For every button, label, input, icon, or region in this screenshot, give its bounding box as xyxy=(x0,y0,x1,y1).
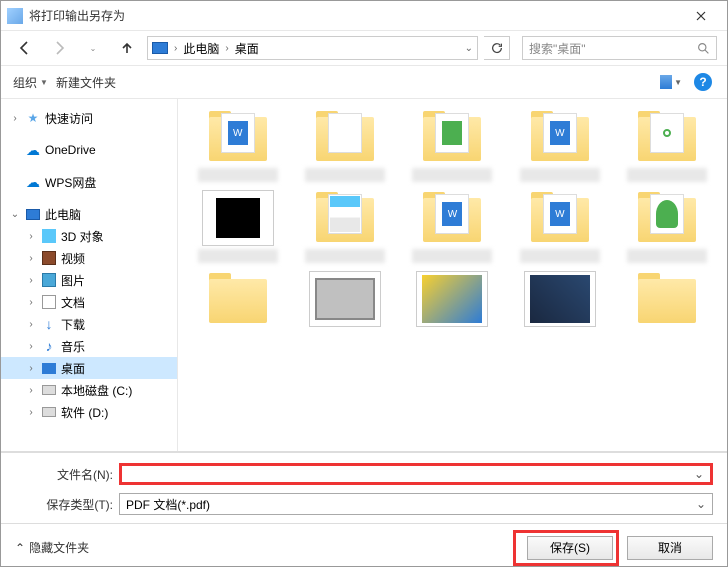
pc-icon xyxy=(152,42,168,54)
app-icon xyxy=(7,8,23,24)
up-button[interactable] xyxy=(113,34,141,62)
tree-video[interactable]: ›视频 xyxy=(1,247,177,269)
folder-item[interactable] xyxy=(293,109,396,182)
refresh-button[interactable] xyxy=(484,36,510,60)
search-input[interactable]: 搜索"桌面" xyxy=(522,36,717,60)
tree-quick-access[interactable]: ›★快速访问 xyxy=(1,107,177,129)
close-button[interactable] xyxy=(681,2,721,30)
tree-disk-c[interactable]: ›本地磁盘 (C:) xyxy=(1,379,177,401)
file-item[interactable] xyxy=(508,271,611,327)
help-button[interactable]: ? xyxy=(691,71,715,93)
chevron-right-icon: › xyxy=(174,43,177,54)
folder-item[interactable]: W xyxy=(508,109,611,182)
folder-item[interactable]: W xyxy=(508,190,611,263)
filetype-select[interactable]: PDF 文档(*.pdf) xyxy=(119,493,713,515)
filename-label: 文件名(N): xyxy=(15,466,119,483)
file-item[interactable] xyxy=(293,271,396,327)
folder-item[interactable]: W xyxy=(401,190,504,263)
hide-folders-label: 隐藏文件夹 xyxy=(29,539,89,556)
folder-item[interactable]: W xyxy=(186,109,289,182)
file-grid[interactable]: W W W W xyxy=(178,99,727,451)
organize-menu[interactable]: 组织 ▼ xyxy=(13,74,48,91)
forward-button[interactable] xyxy=(45,34,73,62)
folder-item[interactable] xyxy=(401,109,504,182)
tree-music[interactable]: ›♪音乐 xyxy=(1,335,177,357)
window-title: 将打印输出另存为 xyxy=(29,7,681,24)
file-item[interactable] xyxy=(401,271,504,327)
tree-onedrive[interactable]: ☁OneDrive xyxy=(1,139,177,161)
filename-input[interactable] xyxy=(119,463,713,485)
filetype-label: 保存类型(T): xyxy=(15,496,119,513)
cancel-button[interactable]: 取消 xyxy=(627,536,713,560)
tree-desktop[interactable]: ›桌面 xyxy=(1,357,177,379)
chevron-up-icon: ⌃ xyxy=(15,541,25,555)
view-button[interactable]: ▼ xyxy=(659,71,683,93)
chevron-down-icon: ▼ xyxy=(40,78,48,87)
tree-disk-d[interactable]: ›软件 (D:) xyxy=(1,401,177,423)
recent-button[interactable]: ⌄ xyxy=(79,34,107,62)
path-segment[interactable]: 桌面 xyxy=(235,40,259,57)
address-bar[interactable]: › 此电脑 › 桌面 ⌄ xyxy=(147,36,478,60)
path-segment[interactable]: 此电脑 xyxy=(183,40,219,57)
tree-this-pc[interactable]: ⌄此电脑 xyxy=(1,203,177,225)
folder-item[interactable] xyxy=(616,109,719,182)
organize-label: 组织 xyxy=(13,74,37,91)
folder-item[interactable] xyxy=(293,190,396,263)
new-folder-label: 新建文件夹 xyxy=(56,74,116,91)
file-item[interactable] xyxy=(186,190,289,263)
tree-3d[interactable]: ›3D 对象 xyxy=(1,225,177,247)
hide-folders-toggle[interactable]: ⌃ 隐藏文件夹 xyxy=(15,539,89,556)
folder-item[interactable] xyxy=(186,271,289,327)
folder-item[interactable] xyxy=(616,271,719,327)
search-placeholder: 搜索"桌面" xyxy=(529,40,586,57)
tree-pictures[interactable]: ›图片 xyxy=(1,269,177,291)
back-button[interactable] xyxy=(11,34,39,62)
tree-downloads[interactable]: ›↓下载 xyxy=(1,313,177,335)
chevron-right-icon: › xyxy=(225,43,228,54)
tree-wps[interactable]: ☁WPS网盘 xyxy=(1,171,177,193)
new-folder-button[interactable]: 新建文件夹 xyxy=(56,74,116,91)
search-icon xyxy=(697,42,710,55)
tree-documents[interactable]: ›文档 xyxy=(1,291,177,313)
chevron-down-icon[interactable]: ⌄ xyxy=(465,43,473,54)
save-button[interactable]: 保存(S) xyxy=(527,536,613,560)
folder-item[interactable] xyxy=(616,190,719,263)
navigation-tree[interactable]: ›★快速访问 ☁OneDrive ☁WPS网盘 ⌄此电脑 ›3D 对象 ›视频 … xyxy=(1,99,178,451)
